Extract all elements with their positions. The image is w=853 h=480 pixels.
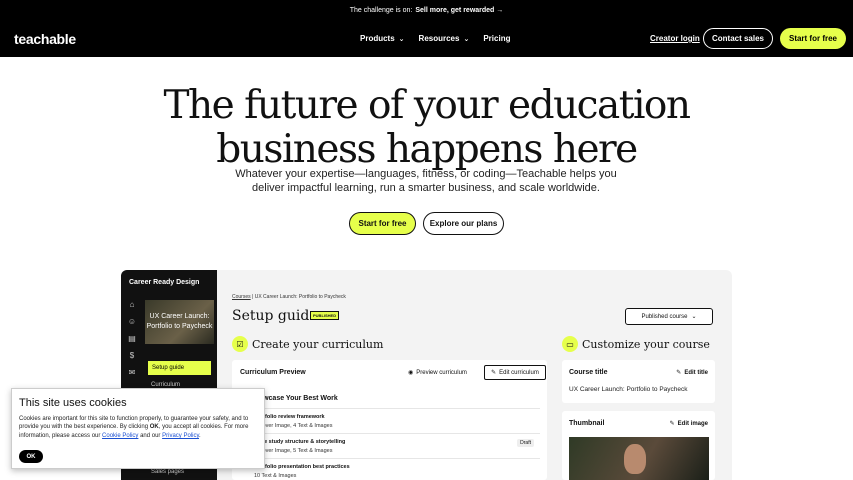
pencil-icon: ✎ [669,421,675,427]
lesson-title: Case study structure & storytelling [254,439,346,445]
status-badge: PUBLISHED [310,311,340,320]
edit-title-label: Edit title [684,369,708,376]
breadcrumb-courses[interactable]: Courses [232,294,251,300]
nav-resources-label: Resources [418,34,460,43]
thumbnail-label: Thumbnail [569,420,605,427]
edit-curriculum-label: Edit curriculum [499,369,539,376]
thumbnail-image [569,437,709,480]
cookie-body: Cookies are important for this site to f… [19,416,249,439]
cookie-ok-button[interactable]: OK [19,450,43,463]
lesson-meta: 10 Text & Images [254,473,297,479]
course-title-card: Course title ✎ Edit title UX Career Launc… [562,360,715,403]
edit-title-button[interactable]: ✎ Edit title [676,369,708,377]
nav-products-label: Products [360,34,395,43]
contact-sales-button[interactable]: Contact sales [703,28,773,49]
explore-plans-button[interactable]: Explore our plans [423,212,504,235]
nav-pricing-label: Pricing [483,34,511,43]
cookie-policy-link[interactable]: Cookie Policy [102,433,138,439]
nav-resources[interactable]: Resources ⌄ [419,34,470,43]
hero-title-line-2: business happens here [216,127,638,172]
instructor-photo [624,444,646,474]
sidebar-item-sales-pages[interactable]: Sales pages [151,469,184,475]
banner-link[interactable]: Sell more, get rewarded → [415,7,503,14]
hero-title: The future of your education business ha… [0,84,853,172]
banner-prefix: The challenge is on: [349,6,413,14]
course-status-value: Published course [641,313,688,320]
chart-icon[interactable]: ▤ [127,334,137,344]
cookie-title: This site uses cookies [19,397,127,409]
customize-course-label: Customize your course [582,337,710,351]
dollar-icon[interactable]: $ [127,351,137,361]
draft-badge: Draft [517,439,534,447]
chevron-down-icon: ⌄ [463,35,470,43]
breadcrumb-separator: | [252,294,254,300]
curriculum-preview-label: Curriculum Preview [240,369,306,376]
edit-curriculum-button[interactable]: ✎ Edit curriculum [484,365,546,380]
announcement-banner[interactable]: The challenge is on: Sell more, get rewa… [0,0,853,20]
home-icon[interactable]: ⌂ [127,300,137,310]
course-thumbnail[interactable]: UX Career Launch: Portfolio to Paycheck [145,300,214,344]
hero-start-free-button[interactable]: Start for free [349,212,416,235]
lesson-row[interactable]: Case study structure & storytelling 1 Co… [240,433,540,458]
preview-curriculum-button[interactable]: ◉ Preview curriculum [408,369,467,377]
preview-curriculum-label: Preview curriculum [416,369,467,376]
creator-login-link[interactable]: Creator login [650,34,700,43]
nav-products[interactable]: Products ⌄ [360,34,405,43]
edit-image-button[interactable]: ✎ Edit image [669,420,708,428]
hero-title-line-1: The future of your education [163,83,691,128]
users-icon[interactable]: ☺ [127,317,137,327]
breadcrumb-current: UX Career Launch: Portfolio to Paycheck [254,294,346,300]
pencil-icon: ✎ [676,370,682,376]
start-free-nav-button[interactable]: Start for free [780,28,846,49]
course-status-select[interactable]: Published course ⌄ [625,308,713,325]
course-title-label: Course title [569,369,608,376]
checklist-icon: ☑ [232,336,248,352]
create-curriculum-heading: ☑ Create your curriculum [232,336,383,352]
eye-icon: ◉ [408,370,414,376]
sidebar-icons: ⌂ ☺ ▤ $ ✉ ▭ [127,300,139,402]
course-title-value: UX Career Launch: Portfolio to Paycheck [569,386,688,393]
chevron-down-icon: ⌄ [691,314,697,320]
lesson-title: Portfolio presentation best practices [254,464,350,470]
customize-course-heading: ▭ Customize your course [562,336,710,352]
lesson-meta: 1 Cover Image, 5 Text & Images [254,448,333,454]
chevron-down-icon: ⌄ [398,35,405,43]
lesson-row[interactable]: Portfolio review framework 1 Cover Image… [240,408,540,433]
nav-pricing[interactable]: Pricing [483,34,510,43]
page-title: Setup guide [232,308,318,324]
cookie-ok-word: OK [149,424,159,431]
nav-menu: Products ⌄ Resources ⌄ Pricing [360,20,510,57]
lesson-row[interactable]: Portfolio presentation best practices 10… [240,458,540,480]
card-icon: ▭ [562,336,578,352]
pencil-icon: ✎ [491,370,497,376]
edit-image-label: Edit image [677,420,708,427]
privacy-policy-link[interactable]: Privacy Policy [162,433,199,439]
create-curriculum-label: Create your curriculum [252,337,384,351]
school-name: Career Ready Design [129,279,200,286]
mail-icon[interactable]: ✉ [127,368,137,378]
sidebar-item-setup-guide[interactable]: Setup guide [148,361,211,375]
lesson-meta: 1 Cover Image, 4 Text & Images [254,423,333,429]
thumbnail-card: Thumbnail ✎ Edit image [562,411,715,480]
teachable-logo[interactable]: teachable [14,31,76,47]
cookie-banner: This site uses cookies Cookies are impor… [11,388,265,469]
curriculum-preview-card: Curriculum Preview ◉ Preview curriculum ✎… [232,360,547,480]
cookie-text-and: and our [140,432,161,439]
hero-subtitle: Whatever your expertise—languages, fitne… [235,168,617,194]
top-nav: teachable Products ⌄ Resources ⌄ Pricing C… [0,20,853,57]
breadcrumb: Courses | UX Career Launch: Portfolio to… [232,294,346,300]
